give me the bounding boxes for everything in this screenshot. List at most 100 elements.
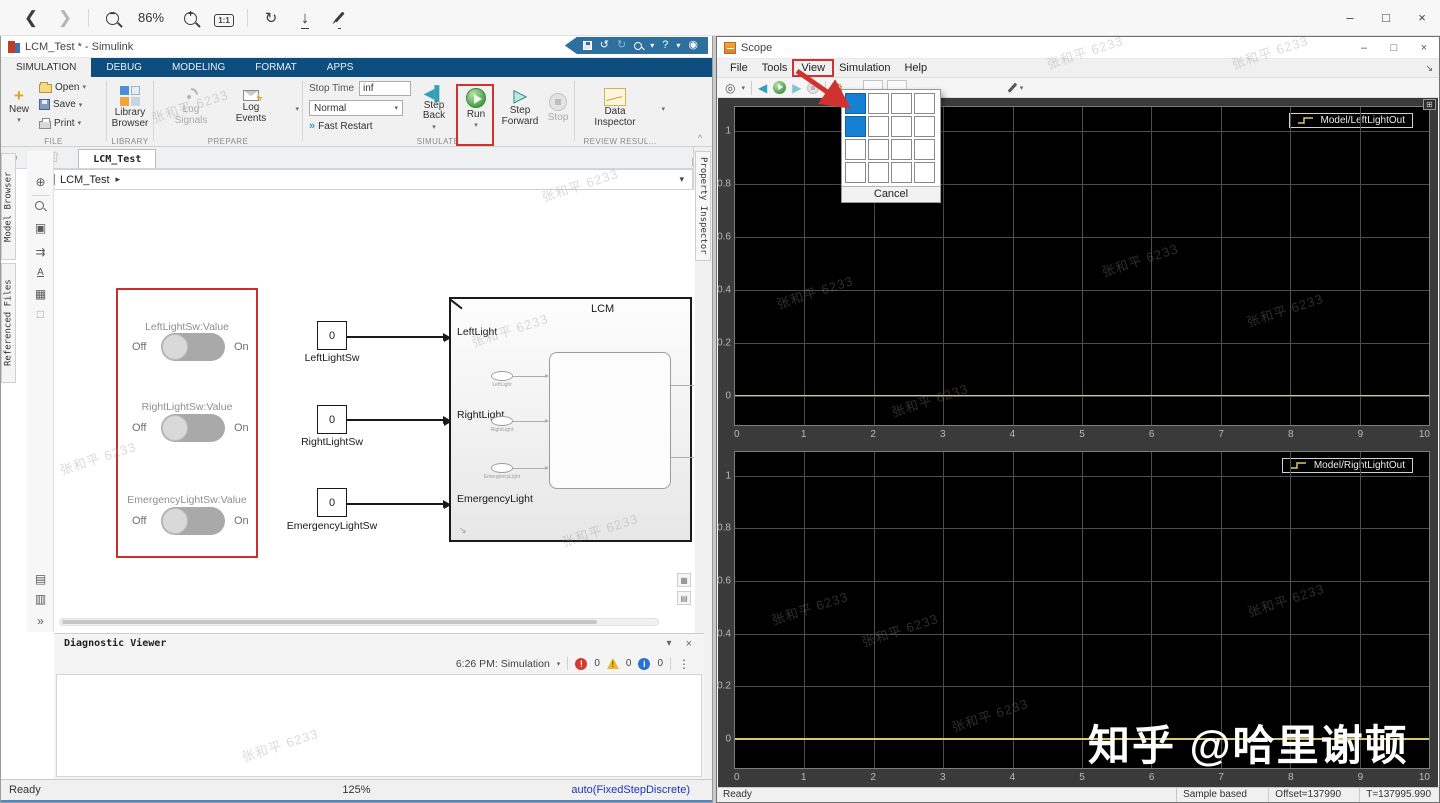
layout-cell-2-1[interactable]	[868, 139, 889, 160]
ribbon-tab-apps[interactable]: APPS	[312, 58, 369, 77]
constant-block-RightLightSw[interactable]: 0	[317, 405, 347, 434]
chevron-down-icon[interactable]: ▾	[741, 84, 745, 92]
layout-cell-1-2[interactable]	[891, 116, 912, 137]
library-browser-button[interactable]: Library Browser	[110, 81, 150, 133]
layout-cell-3-2[interactable]	[891, 162, 912, 183]
breadcrumb-model-name[interactable]: LCM_Test	[60, 174, 110, 186]
stop-button[interactable]: Stop	[545, 80, 571, 136]
scrollbar-thumb[interactable]	[62, 620, 597, 624]
fast-restart-button[interactable]: » Fast Restart	[309, 120, 373, 132]
step-back-icon[interactable]: ◀	[758, 82, 767, 94]
scope-menu-tools[interactable]: Tools	[755, 61, 795, 75]
canvas-zoom-button[interactable]: ▦	[677, 573, 691, 587]
layout-cell-1-3[interactable]	[914, 116, 935, 137]
close-panel-icon[interactable]: ×	[686, 638, 692, 650]
search-icon[interactable]	[634, 42, 642, 50]
layout-cell-3-0[interactable]	[845, 162, 866, 183]
run-button[interactable]: Run ▾	[458, 80, 494, 136]
plot-axes-rightlightout[interactable]: Model/RightLightOut 10.80.60.40.20	[734, 451, 1430, 769]
edit-icon[interactable]	[322, 8, 356, 28]
data-inspector-button[interactable]: Data Inspector	[587, 80, 643, 136]
scope-menu-file[interactable]: File	[723, 61, 755, 75]
gallery-expand-icon[interactable]: ▾	[295, 105, 299, 113]
minimize-button[interactable]: –	[1332, 10, 1368, 25]
breadcrumb[interactable]: LCM_Test ▸ ▾	[29, 169, 693, 190]
close-button[interactable]: ×	[1409, 42, 1439, 54]
chevron-down-icon[interactable]: ▾	[661, 105, 665, 113]
save-icon[interactable]	[583, 41, 592, 50]
model-browser-tab[interactable]: Model Browser	[1, 153, 16, 260]
undo-icon[interactable]: ↺	[600, 40, 609, 51]
zoom-out-icon[interactable]: −	[95, 8, 129, 28]
step-forward-icon[interactable]: ▶	[792, 82, 801, 94]
layout-cell-0-2[interactable]	[891, 93, 912, 114]
maximize-button[interactable]: □	[1379, 42, 1409, 54]
collapse-ribbon-icon[interactable]: ^	[698, 133, 702, 143]
minimize-button[interactable]: –	[1349, 42, 1379, 54]
plot-axes-leftlightout[interactable]: Model/LeftLightOut 10.80.60.40.20	[734, 106, 1430, 426]
legend-leftlightout[interactable]: Model/LeftLightOut	[1289, 113, 1414, 128]
save-button[interactable]: Save ▾	[39, 99, 82, 110]
dock-icon[interactable]: ↘	[1425, 63, 1433, 74]
step-back-button[interactable]: ◀▌ Step Back ▾	[415, 80, 453, 136]
toggle-switch-1[interactable]	[161, 333, 225, 361]
open-button[interactable]: Open ▾	[39, 81, 86, 93]
stop-time-input[interactable]	[359, 81, 411, 96]
image-icon[interactable]: ▦	[27, 287, 54, 301]
layout-cell-2-0[interactable]	[845, 139, 866, 160]
expand-strip-icon[interactable]: »	[27, 614, 54, 628]
run-icon[interactable]	[773, 81, 786, 94]
canvas-overview-button[interactable]: ▤	[677, 591, 691, 605]
layout-cell-3-1[interactable]	[868, 162, 889, 183]
lcm-subsystem-block[interactable]: LCM LeftLight RightLight EmergencyLight …	[449, 297, 692, 542]
download-icon[interactable]: ↓	[288, 8, 322, 28]
toggle-switch-2[interactable]	[161, 414, 225, 442]
close-button[interactable]: ×	[1404, 10, 1440, 25]
chevron-down-icon[interactable]: ▾	[557, 660, 561, 668]
document-tab[interactable]: LCM_Test	[78, 149, 156, 168]
rotate-icon[interactable]: ↻	[254, 9, 288, 27]
zoom-in-icon[interactable]: +	[173, 8, 207, 28]
simulation-mode-select[interactable]: Normal ▾	[309, 100, 403, 116]
constant-block-EmergencyLightSw[interactable]: 0	[317, 488, 347, 517]
subsystem-badge-icon[interactable]: ▥	[27, 592, 54, 606]
ribbon-tab-format[interactable]: FORMAT	[240, 58, 311, 77]
back-icon[interactable]: ❮	[14, 8, 48, 28]
scope-menu-simulation[interactable]: Simulation	[832, 61, 897, 75]
layout-cell-0-0[interactable]	[845, 93, 866, 114]
shape-icon[interactable]: □	[27, 307, 54, 321]
hide-browser-icon[interactable]: ⊕	[27, 175, 54, 189]
log-events-button[interactable]: Log Events	[226, 81, 276, 133]
layout-cell-1-1[interactable]	[868, 116, 889, 137]
chevron-down-icon[interactable]: ▾	[676, 42, 680, 50]
more-options-icon[interactable]: ⋮	[678, 657, 690, 671]
log-signals-button[interactable]: Log Signals	[166, 81, 216, 133]
layout-cell-3-3[interactable]	[914, 162, 935, 183]
help-icon[interactable]: ?	[662, 40, 668, 51]
horizontal-scrollbar[interactable]	[59, 618, 659, 626]
layout-cell-2-3[interactable]	[914, 139, 935, 160]
constant-block-LeftLightSw[interactable]: 0	[317, 321, 347, 350]
redo-icon[interactable]: ↻	[617, 40, 626, 51]
fit-to-view-icon[interactable]: ▣	[27, 221, 54, 235]
layout-cell-0-1[interactable]	[868, 93, 889, 114]
cancel-button[interactable]: Cancel	[842, 186, 940, 202]
referenced-files-tab[interactable]: Referenced Files	[1, 263, 16, 383]
step-forward-button[interactable]: ▶ Step Forward	[499, 80, 541, 136]
actual-size-icon[interactable]: 1:1	[207, 8, 241, 28]
toggle-switch-3[interactable]	[161, 507, 225, 535]
stop-icon[interactable]	[807, 82, 819, 94]
layout-cell-2-2[interactable]	[891, 139, 912, 160]
property-inspector-tab[interactable]: Property Inspector	[695, 151, 711, 261]
maximize-axes-icon[interactable]: ⊞	[1423, 99, 1436, 110]
model-canvas[interactable]: LCM LeftLight RightLight EmergencyLight …	[54, 190, 695, 633]
ribbon-tab-simulation[interactable]: SIMULATION	[1, 58, 91, 77]
new-button[interactable]: + New ▾	[4, 80, 34, 132]
chevron-down-icon[interactable]: ▾	[1020, 84, 1024, 92]
zoom-icon[interactable]	[35, 201, 44, 210]
viewmarks-icon[interactable]: ▤	[27, 572, 54, 586]
ribbon-tab-debug[interactable]: DEBUG	[91, 58, 157, 77]
forward-icon[interactable]: ❯	[48, 8, 82, 28]
resources-icon[interactable]: ◉	[688, 40, 698, 51]
collapse-panel-icon[interactable]: ▾	[667, 638, 672, 649]
